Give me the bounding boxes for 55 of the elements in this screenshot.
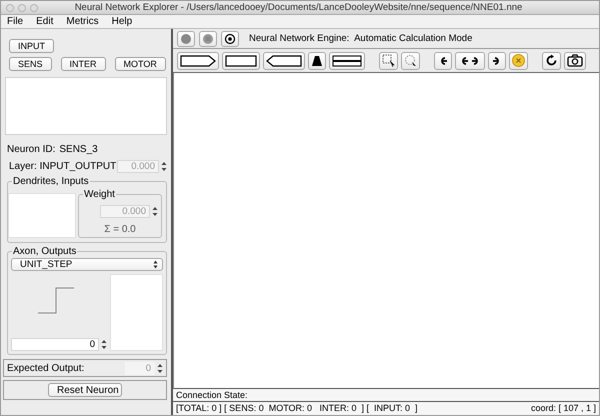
tool-button[interactable]: [177, 52, 219, 70]
refresh-icon: [545, 54, 558, 67]
expected-output-label: Expected Output:: [7, 362, 84, 374]
engine-mode-label: Neural Network Engine: Automatic Calculation Mode: [249, 33, 472, 44]
connection-state-label: Connection State:: [173, 389, 599, 402]
output-spinner[interactable]: 0: [11, 338, 99, 351]
camera-icon: [567, 54, 583, 67]
tool-button[interactable]: [434, 52, 452, 70]
rectangle-shape-icon: [225, 54, 257, 66]
tool-button[interactable]: [308, 52, 326, 70]
coordinates: coord: [ 107 , 1 ]: [530, 403, 596, 414]
tool-button[interactable]: [564, 52, 586, 70]
menu-item[interactable]: File: [7, 16, 24, 27]
stop-icon: [202, 32, 214, 44]
filled-circle-icon: [180, 32, 192, 44]
tool-button[interactable]: [455, 52, 485, 70]
step-button[interactable]: [221, 30, 239, 46]
tool-button[interactable]: [329, 52, 365, 70]
group-title: Dendrites, Inputs: [12, 176, 90, 187]
group-title: Axon, Outputs: [12, 246, 78, 257]
dropdown-arrows-icon: [153, 260, 158, 269]
stepper-icon: [161, 161, 167, 172]
neuron-type-button[interactable]: INTER: [60, 57, 106, 71]
layer-label: Layer: INPUT_OUTPUT: [9, 161, 116, 172]
tool-button[interactable]: [488, 52, 506, 70]
neuron-counts: [TOTAL: 0 ] [ SENS: 0 MOTOR: 0 INTER: 0 ] [ INPUT: 0 ]: [176, 403, 418, 414]
neuron-type-button[interactable]: SENS: [9, 57, 52, 71]
tool-button[interactable]: [542, 52, 561, 70]
stepper-icon: [157, 362, 163, 374]
right-pointed-shape-icon: [180, 54, 216, 66]
step-function-plot: [37, 287, 75, 315]
group-title: Weight: [83, 189, 116, 200]
menu-item[interactable]: Help: [112, 16, 132, 27]
double-bar-icon: [332, 54, 362, 66]
marquee-select-icon: [382, 54, 395, 67]
run-button[interactable]: [177, 30, 195, 46]
reset-neuron-button[interactable]: Reset Neuron: [48, 383, 122, 397]
neuron-type-button[interactable]: INPUT: [9, 39, 54, 53]
tool-button[interactable]: [263, 52, 305, 70]
close-circle-icon: [512, 54, 525, 67]
dendrite-list: [8, 193, 76, 238]
left-pointed-shape-icon: [266, 54, 302, 66]
target-icon: [224, 32, 236, 44]
neuron-id-label: Neuron ID:: [7, 144, 56, 155]
menu-item[interactable]: Edit: [36, 16, 54, 27]
tool-button[interactable]: [222, 52, 260, 70]
activation-function-dropdown[interactable]: UNIT_STEP: [11, 258, 163, 271]
neuron-id-value: SENS_3: [59, 144, 98, 155]
weight-sum: Σ = 0.0: [104, 224, 136, 235]
menu-item[interactable]: Metrics: [66, 16, 99, 27]
stepper-icon: [101, 339, 107, 350]
circle-select-icon: [404, 54, 417, 67]
window-title: Neural Network Explorer - /Users/lancedooey/Documents/LanceDooleyWebsite/nne/sequence/NNE01.nne: [74, 2, 524, 13]
neuron-type-button[interactable]: MOTOR: [114, 57, 166, 71]
stepper-icon: [152, 206, 158, 217]
